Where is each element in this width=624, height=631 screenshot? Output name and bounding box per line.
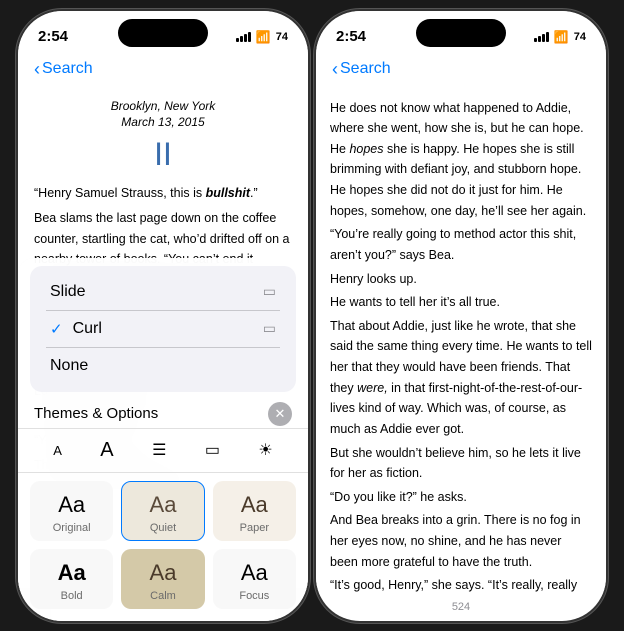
curl-icon: ▭ — [263, 320, 276, 337]
theme-quiet-aa: Aa — [130, 492, 195, 518]
time-left: 2:54 — [38, 28, 68, 45]
signal-bar-4 — [248, 32, 251, 42]
checkmark-icon: ✓ — [50, 320, 63, 338]
right-para-0: He does not know what happened to Addie,… — [330, 98, 592, 222]
theme-original-label: Original — [39, 522, 104, 534]
theme-bold-aa: Aa — [39, 560, 104, 586]
nav-bar-left: ‹ Search — [18, 55, 308, 88]
status-bar-right: 2:54 📶 74 — [316, 11, 606, 55]
signal-bar-2 — [240, 36, 243, 42]
dynamic-island-right — [416, 19, 506, 47]
nav-bar-right: ‹ Search — [316, 55, 606, 88]
chevron-left-right-icon: ‹ — [332, 59, 338, 80]
slide-label: Slide — [50, 283, 86, 301]
signal-bar-1 — [236, 38, 239, 42]
font-settings-button[interactable]: ☰ — [144, 436, 174, 464]
theme-focus-aa: Aa — [222, 560, 287, 586]
theme-original[interactable]: Aa Original — [30, 481, 113, 541]
signal-bar-r4 — [546, 32, 549, 42]
signal-bars-left — [236, 32, 251, 42]
wifi-icon-left: 📶 — [256, 30, 271, 44]
signal-bar-r3 — [542, 34, 545, 42]
back-label-right: Search — [340, 60, 391, 78]
small-font-button[interactable]: A — [45, 439, 70, 462]
bookmark-button[interactable]: ▭ — [197, 436, 228, 464]
right-para-2: Henry looks up. — [330, 269, 592, 290]
themes-header: Themes & Options ✕ — [18, 396, 308, 428]
theme-calm-label: Calm — [130, 590, 195, 602]
back-button-right[interactable]: ‹ Search — [332, 59, 391, 80]
page-number: 524 — [316, 597, 606, 621]
wifi-icon-right: 📶 — [554, 30, 569, 44]
time-right: 2:54 — [336, 28, 366, 45]
brightness-button[interactable]: ☀ — [250, 436, 280, 464]
theme-focus[interactable]: Aa Focus — [213, 549, 296, 609]
right-phone: 2:54 📶 74 ‹ Search He does not know what… — [316, 11, 606, 621]
curl-label: Curl — [73, 320, 102, 338]
chapter-number: II — [34, 135, 292, 173]
right-para-7: And Bea breaks into a grin. There is no … — [330, 510, 592, 572]
signal-bars-right — [534, 32, 549, 42]
battery-right: 74 — [574, 31, 586, 43]
themes-grid: Aa Original Aa Quiet Aa Paper Aa Bold Aa — [18, 473, 308, 621]
large-font-button[interactable]: A — [92, 435, 121, 466]
right-para-3: He wants to tell her it’s all true. — [330, 292, 592, 313]
right-para-8: “It’s good, Henry,” she says. “It’s real… — [330, 575, 592, 596]
reading-toolbar: A A ☰ ▭ ☀ — [18, 428, 308, 473]
book-location: Brooklyn, New YorkMarch 13, 2015 — [34, 98, 292, 132]
status-icons-right: 📶 74 — [534, 30, 586, 44]
dynamic-island-left — [118, 19, 208, 47]
slide-menu: Slide ▭ ✓ Curl ▭ None — [30, 266, 296, 392]
theme-paper[interactable]: Aa Paper — [213, 481, 296, 541]
status-bar-left: 2:54 📶 74 — [18, 11, 308, 55]
signal-bar-r1 — [534, 38, 537, 42]
theme-quiet[interactable]: Aa Quiet — [121, 481, 204, 541]
signal-bar-r2 — [538, 36, 541, 42]
overlay-panel: Slide ▭ ✓ Curl ▭ None Themes & Options ✕ — [18, 258, 308, 621]
right-para-5: But she wouldn’t believe him, so he lets… — [330, 443, 592, 484]
close-button[interactable]: ✕ — [268, 402, 292, 426]
right-para-1: “You’re really going to method actor thi… — [330, 224, 592, 265]
back-button-left[interactable]: ‹ Search — [34, 59, 93, 80]
right-para-4: That about Addie, just like he wrote, th… — [330, 316, 592, 440]
right-para-6: “Do you like it?” he asks. — [330, 487, 592, 508]
theme-paper-label: Paper — [222, 522, 287, 534]
battery-left: 74 — [276, 31, 288, 43]
theme-quiet-label: Quiet — [130, 522, 195, 534]
slide-option-slide[interactable]: Slide ▭ — [46, 274, 280, 311]
theme-calm-aa: Aa — [130, 560, 195, 586]
slide-icon: ▭ — [263, 283, 276, 300]
theme-original-aa: Aa — [39, 492, 104, 518]
status-icons-left: 📶 74 — [236, 30, 288, 44]
theme-bold-label: Bold — [39, 590, 104, 602]
slide-option-none[interactable]: None — [46, 348, 280, 384]
theme-bold[interactable]: Aa Bold — [30, 549, 113, 609]
none-label: None — [50, 357, 88, 375]
themes-title: Themes & Options — [34, 405, 158, 422]
book-content-right: He does not know what happened to Addie,… — [316, 88, 606, 597]
theme-calm[interactable]: Aa Calm — [121, 549, 204, 609]
chevron-left-icon: ‹ — [34, 59, 40, 80]
curl-check: ✓ Curl — [50, 320, 102, 338]
theme-focus-label: Focus — [222, 590, 287, 602]
book-header: Brooklyn, New YorkMarch 13, 2015 II — [34, 98, 292, 174]
slide-option-curl[interactable]: ✓ Curl ▭ — [46, 311, 280, 348]
book-para-0: “Henry Samuel Strauss, this is bullshit.… — [34, 183, 292, 204]
back-label-left: Search — [42, 60, 93, 78]
signal-bar-3 — [244, 34, 247, 42]
theme-paper-aa: Aa — [222, 492, 287, 518]
left-phone: 2:54 📶 74 ‹ Search Brooklyn, New YorkMar — [18, 11, 308, 621]
phones-container: 2:54 📶 74 ‹ Search Brooklyn, New YorkMar — [0, 0, 624, 631]
